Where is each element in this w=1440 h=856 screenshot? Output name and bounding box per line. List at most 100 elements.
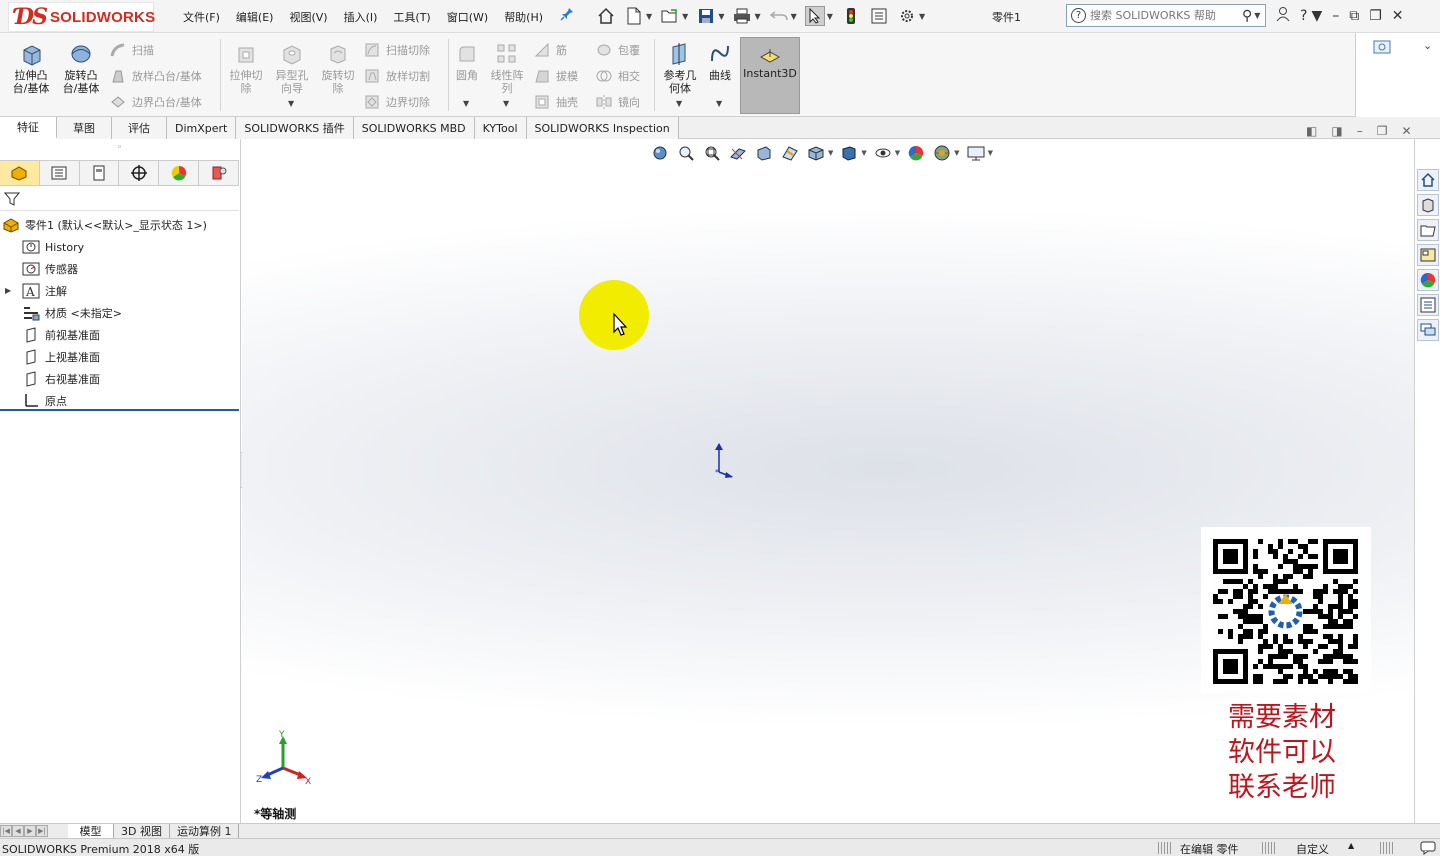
property-manager-tab-icon[interactable]	[39, 161, 80, 185]
appearances-scenes-icon[interactable]	[1417, 269, 1439, 291]
extrude-boss-button[interactable]: 拉伸凸 台/基体	[7, 41, 55, 95]
swept-cut-button[interactable]: 扫描切除	[364, 41, 430, 59]
zoom-to-fit-icon[interactable]	[650, 143, 670, 163]
linear-pattern-button[interactable]: 线性阵 列	[483, 41, 531, 95]
rebuild-traffic-light-icon[interactable]	[841, 6, 861, 26]
tree-item-sensors[interactable]: 传感器	[22, 259, 78, 279]
configuration-manager-tab-icon[interactable]	[79, 161, 120, 185]
forum-icon[interactable]	[1417, 319, 1439, 341]
tree-item-origin[interactable]: 原点	[22, 391, 67, 411]
panel-splitter-handle[interactable]: ◦	[117, 143, 122, 153]
chevron-down-icon[interactable]: ▼	[646, 12, 652, 21]
minimize-icon[interactable]: –	[1332, 8, 1339, 24]
chevron-down-icon[interactable]: ▼	[954, 149, 959, 157]
chevron-down-icon[interactable]: ▼	[827, 12, 833, 21]
close-icon[interactable]: ✕	[1392, 8, 1404, 24]
collapse-ribbon-icon[interactable]: ⌄	[1423, 39, 1432, 52]
curves-button[interactable]: 曲线	[696, 41, 744, 82]
new-document-icon[interactable]	[624, 6, 644, 26]
chevron-down-icon[interactable]: ▼	[718, 12, 724, 21]
revolve-boss-button[interactable]: 旋转凸 台/基体	[57, 41, 105, 95]
shell-button[interactable]: 抽壳	[534, 93, 578, 111]
tab-solidworks-inspection[interactable]: SOLIDWORKS Inspection	[526, 117, 679, 139]
menu-edit[interactable]: 编辑(E)	[236, 9, 274, 25]
search-icon[interactable]: ⚲	[1242, 8, 1252, 24]
edit-appearance-icon[interactable]	[906, 143, 926, 163]
chevron-down-icon[interactable]: ▼	[895, 149, 900, 157]
tab-motion-study[interactable]: 运动算例 1	[170, 824, 240, 838]
sweep-button[interactable]: 扫描	[110, 41, 154, 59]
tab-features[interactable]: 特征	[0, 117, 57, 139]
menu-view[interactable]: 视图(V)	[289, 9, 327, 25]
save-icon[interactable]	[696, 6, 716, 26]
doc-minimize-icon[interactable]: –	[1357, 124, 1363, 138]
tile-windows-icon[interactable]: ⧉	[1349, 8, 1359, 24]
doc-restore-icon[interactable]: ❐	[1377, 124, 1388, 138]
doc-close-icon[interactable]: ✕	[1401, 124, 1411, 138]
chevron-down-icon[interactable]: ▼	[682, 12, 688, 21]
instant3d-button[interactable]: Instant3D	[740, 37, 800, 114]
boundary-cut-button[interactable]: 边界切除	[364, 93, 430, 111]
chevron-down-icon[interactable]: ▼	[1311, 8, 1322, 24]
tab-solidworks-addins[interactable]: SOLIDWORKS 插件	[236, 117, 354, 139]
tree-item-front-plane[interactable]: 前视基准面	[22, 325, 100, 345]
chevron-down-icon[interactable]: ▼	[791, 12, 797, 21]
revolve-cut-button[interactable]: 旋转切 除	[314, 41, 362, 95]
tab-solidworks-mbd[interactable]: SOLIDWORKS MBD	[353, 117, 475, 139]
previous-tab-icon[interactable]: ◀	[12, 825, 24, 837]
print-icon[interactable]	[732, 6, 752, 26]
filter-icon[interactable]	[3, 191, 21, 211]
solidworks-logo[interactable]: ƊS SOLIDWORKS	[8, 2, 155, 32]
lofted-cut-button[interactable]: 放样切割	[364, 67, 430, 85]
feature-manager-tab-icon[interactable]	[0, 161, 40, 185]
draft-button[interactable]: 拔模	[534, 67, 578, 85]
fillet-dropdown-icon[interactable]: ▼	[463, 99, 469, 108]
chevron-down-icon[interactable]: ▼	[919, 12, 925, 21]
help-search-input[interactable]	[1090, 9, 1240, 22]
chevron-down-icon[interactable]: ▼	[861, 149, 866, 157]
file-explorer-icon[interactable]	[1417, 219, 1439, 241]
extrude-cut-button[interactable]: 拉伸切 除	[222, 41, 270, 95]
curves-dropdown-icon[interactable]: ▼	[716, 99, 722, 108]
chevron-down-icon[interactable]: ▼	[754, 12, 760, 21]
tab-model[interactable]: 模型	[68, 824, 114, 838]
tab-evaluate[interactable]: 评估	[112, 117, 167, 139]
menu-tools[interactable]: 工具(T)	[393, 9, 430, 25]
solidworks-resources-icon[interactable]	[1417, 169, 1439, 191]
restore-icon[interactable]: ❐	[1369, 8, 1382, 24]
chevron-down-icon[interactable]: ▼	[988, 149, 993, 157]
undo-icon[interactable]	[769, 6, 789, 26]
design-library-icon[interactable]	[1417, 194, 1439, 216]
display-style-icon[interactable]	[839, 143, 859, 163]
hole-wizard-button[interactable]: 异型孔 向导	[268, 41, 316, 95]
tab-3d-view[interactable]: 3D 视图	[114, 824, 170, 838]
options-gear-icon[interactable]	[897, 6, 917, 26]
tab-dimxpert[interactable]: DimXpert	[167, 117, 237, 139]
menu-window[interactable]: 窗口(W)	[447, 9, 488, 25]
custom-properties-icon[interactable]	[1417, 294, 1439, 316]
view-palette-icon[interactable]	[1417, 244, 1439, 266]
chevron-up-icon[interactable]: ▲	[1348, 841, 1354, 850]
home-icon[interactable]	[596, 6, 616, 26]
next-view-icon[interactable]: ◨	[1331, 124, 1342, 138]
help-icon[interactable]: ?	[1300, 8, 1307, 24]
tab-kytool[interactable]: KYTool	[474, 117, 527, 139]
user-account-icon[interactable]	[1276, 6, 1290, 26]
display-manager-tab-icon[interactable]	[159, 161, 200, 185]
tree-item-top-plane[interactable]: 上视基准面	[22, 347, 100, 367]
3d-drawing-view-icon[interactable]	[780, 143, 800, 163]
menu-file[interactable]: 文件(F)	[183, 9, 220, 25]
apply-scene-icon[interactable]	[932, 143, 952, 163]
zoom-to-area-icon[interactable]	[676, 143, 696, 163]
rib-button[interactable]: 筋	[534, 41, 567, 59]
tree-item-annotations[interactable]: A 注解	[22, 281, 67, 301]
first-tab-icon[interactable]: |◀	[0, 825, 12, 837]
mirror-button[interactable]: 镜向	[596, 93, 640, 111]
wrap-button[interactable]: 包覆	[596, 41, 640, 59]
select-pointer-icon[interactable]	[804, 6, 825, 26]
view-settings-monitor-icon[interactable]	[966, 143, 986, 163]
chat-bubble-icon[interactable]	[1420, 841, 1436, 856]
menu-insert[interactable]: 插入(I)	[344, 9, 378, 25]
dynamic-annotation-view-icon[interactable]	[754, 143, 774, 163]
pin-menu-icon[interactable]	[560, 7, 574, 25]
